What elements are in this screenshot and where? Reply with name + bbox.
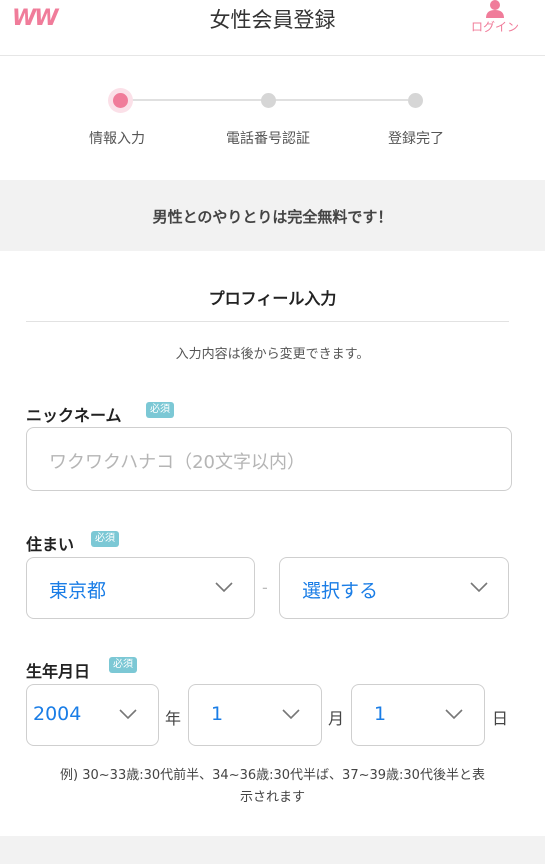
nickname-placeholder: ワクワクハナコ（20文字以内）: [49, 452, 306, 473]
step-dot: [408, 93, 423, 108]
step-indicator: 情報入力 電話番号認証 登録完了: [0, 56, 545, 180]
chevron-down-icon: [215, 582, 233, 593]
example-line: 示されます: [239, 790, 305, 805]
step-label-info: 情報入力: [89, 131, 145, 147]
residence-label: 住まい: [26, 535, 75, 554]
chevron-down-icon: [445, 709, 463, 720]
prefecture-select[interactable]: 東京都: [26, 557, 255, 619]
page-title: 女性会員登録: [209, 8, 336, 32]
required-badge: 必須: [146, 402, 174, 418]
step-connector: [127, 99, 262, 101]
chevron-down-icon: [470, 582, 488, 593]
birth-month-select[interactable]: 1: [188, 684, 322, 746]
banner-text: 男性とのやりとりは完全無料です！: [152, 208, 393, 226]
chevron-down-icon: [119, 709, 137, 720]
section-title: プロフィール入力: [208, 289, 337, 308]
required-badge: 必須: [109, 657, 137, 673]
step-connector: [275, 99, 408, 101]
footer-band: [0, 836, 545, 864]
login-button[interactable]: ログイン: [469, 0, 521, 35]
nickname-label: ニックネーム: [26, 406, 122, 425]
city-select[interactable]: 選択する: [279, 557, 509, 619]
free-banner: 男性とのやりとりは完全無料です！: [0, 180, 545, 251]
age-example-note: 例) 30~33歳:30代前半、34~36歳:30代半ば、37~39歳:30代後…: [0, 765, 545, 809]
step-dot: [261, 93, 276, 108]
city-value: 選択する: [302, 580, 379, 602]
user-icon: [486, 0, 504, 18]
step-label-phone: 電話番号認証: [226, 131, 310, 147]
birth-day-select[interactable]: 1: [351, 684, 485, 746]
year-unit: 年: [165, 709, 182, 728]
required-badge: 必須: [91, 531, 119, 547]
section-note: 入力内容は後から変更できます。: [175, 347, 370, 362]
birth-month-value: 1: [211, 703, 224, 725]
divider: [26, 321, 509, 322]
chevron-down-icon: [282, 709, 300, 720]
header: WW 女性会員登録 ログイン: [0, 0, 545, 56]
birthdate-label: 生年月日: [26, 662, 91, 681]
birth-year-value: 2004: [33, 703, 82, 725]
birth-day-value: 1: [374, 703, 387, 725]
separator: -: [262, 578, 268, 597]
prefecture-value: 東京都: [49, 580, 107, 602]
step-dot-active: [113, 93, 128, 108]
birth-year-select[interactable]: 2004: [26, 684, 159, 746]
day-unit: 日: [492, 709, 509, 728]
example-line: 例) 30~33歳:30代前半、34~36歳:30代半ば、37~39歳:30代後…: [60, 768, 485, 783]
nickname-input[interactable]: ワクワクハナコ（20文字以内）: [26, 427, 512, 491]
login-label: ログイン: [470, 20, 519, 34]
step-label-complete: 登録完了: [388, 131, 444, 147]
month-unit: 月: [328, 709, 345, 728]
